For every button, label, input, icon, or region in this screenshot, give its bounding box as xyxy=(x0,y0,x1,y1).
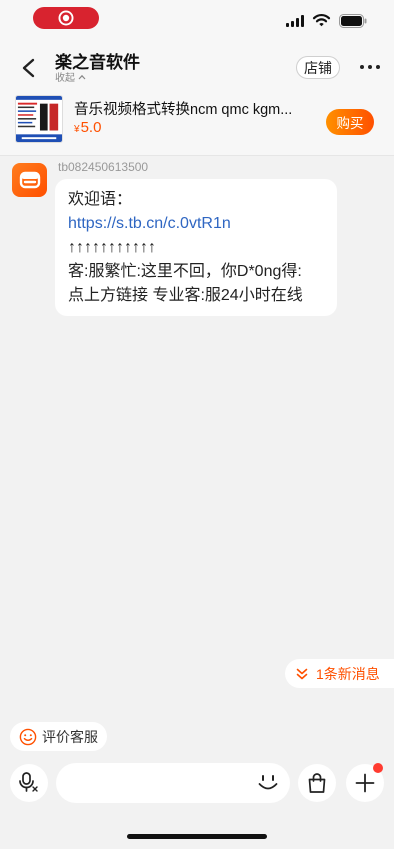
screen-recording-indicator[interactable] xyxy=(33,7,99,29)
rate-service-button[interactable]: 评价客服 xyxy=(10,722,107,751)
buy-button[interactable]: 购买 xyxy=(326,109,374,135)
home-indicator[interactable] xyxy=(127,834,267,839)
more-icon xyxy=(360,65,380,69)
price-symbol: ¥ xyxy=(74,124,80,135)
message-line: 点上方链接 专业客:服24小时在线 xyxy=(68,287,303,304)
chevron-up-icon xyxy=(78,74,86,79)
unread-badge xyxy=(373,763,383,773)
chat-screen: 楽之音软件 收起 店铺 音乐视频格式转换ncm qmc kgm... ¥5.0 … xyxy=(0,0,394,849)
order-button[interactable] xyxy=(298,764,336,802)
message-line: 客:服繁忙:这里不回，你D*0ng得: xyxy=(68,263,302,280)
more-button[interactable] xyxy=(358,61,382,73)
wifi-icon xyxy=(312,14,331,27)
emoji-icon xyxy=(258,775,278,790)
message-link[interactable]: https://s.tb.cn/c.0vtR1n xyxy=(68,212,325,236)
shopping-bag-icon xyxy=(308,773,326,793)
message-line: ↑↑↑↑↑↑↑↑↑↑↑ xyxy=(68,239,156,256)
mic-icon xyxy=(19,772,38,792)
sender-name: tb082450613500 xyxy=(58,160,149,174)
battery-icon xyxy=(339,14,367,28)
message-bubble[interactable]: 欢迎语： https://s.tb.cn/c.0vtR1n ↑↑↑↑↑↑↑↑↑↑… xyxy=(55,179,337,316)
voice-input-button[interactable] xyxy=(10,764,48,802)
smiley-icon xyxy=(19,728,37,745)
back-chevron-icon xyxy=(22,58,35,78)
back-button[interactable] xyxy=(18,57,40,79)
product-price: ¥5.0 xyxy=(74,119,101,137)
product-image xyxy=(16,96,62,142)
shop-button[interactable]: 店铺 xyxy=(296,56,340,79)
rate-service-label: 评价客服 xyxy=(42,728,98,745)
message-input-container[interactable] xyxy=(56,763,290,803)
new-messages-label: 1条新消息 xyxy=(316,665,380,682)
collapse-label: 收起 xyxy=(55,73,75,84)
product-thumbnail[interactable] xyxy=(15,95,63,143)
price-value: 5.0 xyxy=(80,119,102,136)
plus-icon xyxy=(355,773,375,793)
double-chevron-down-icon xyxy=(296,668,308,679)
message-input[interactable] xyxy=(70,763,250,803)
product-title[interactable]: 音乐视频格式转换ncm qmc kgm... xyxy=(74,98,319,119)
message-line: 欢迎语： xyxy=(68,191,133,208)
new-messages-button[interactable]: 1条新消息 xyxy=(285,659,394,688)
record-icon xyxy=(58,10,74,26)
avatar[interactable] xyxy=(12,163,47,197)
collapse-toggle[interactable]: 收起 xyxy=(55,69,86,84)
emoji-button[interactable] xyxy=(255,770,281,796)
shop-service-icon xyxy=(19,171,40,189)
signal-icon xyxy=(286,15,304,27)
